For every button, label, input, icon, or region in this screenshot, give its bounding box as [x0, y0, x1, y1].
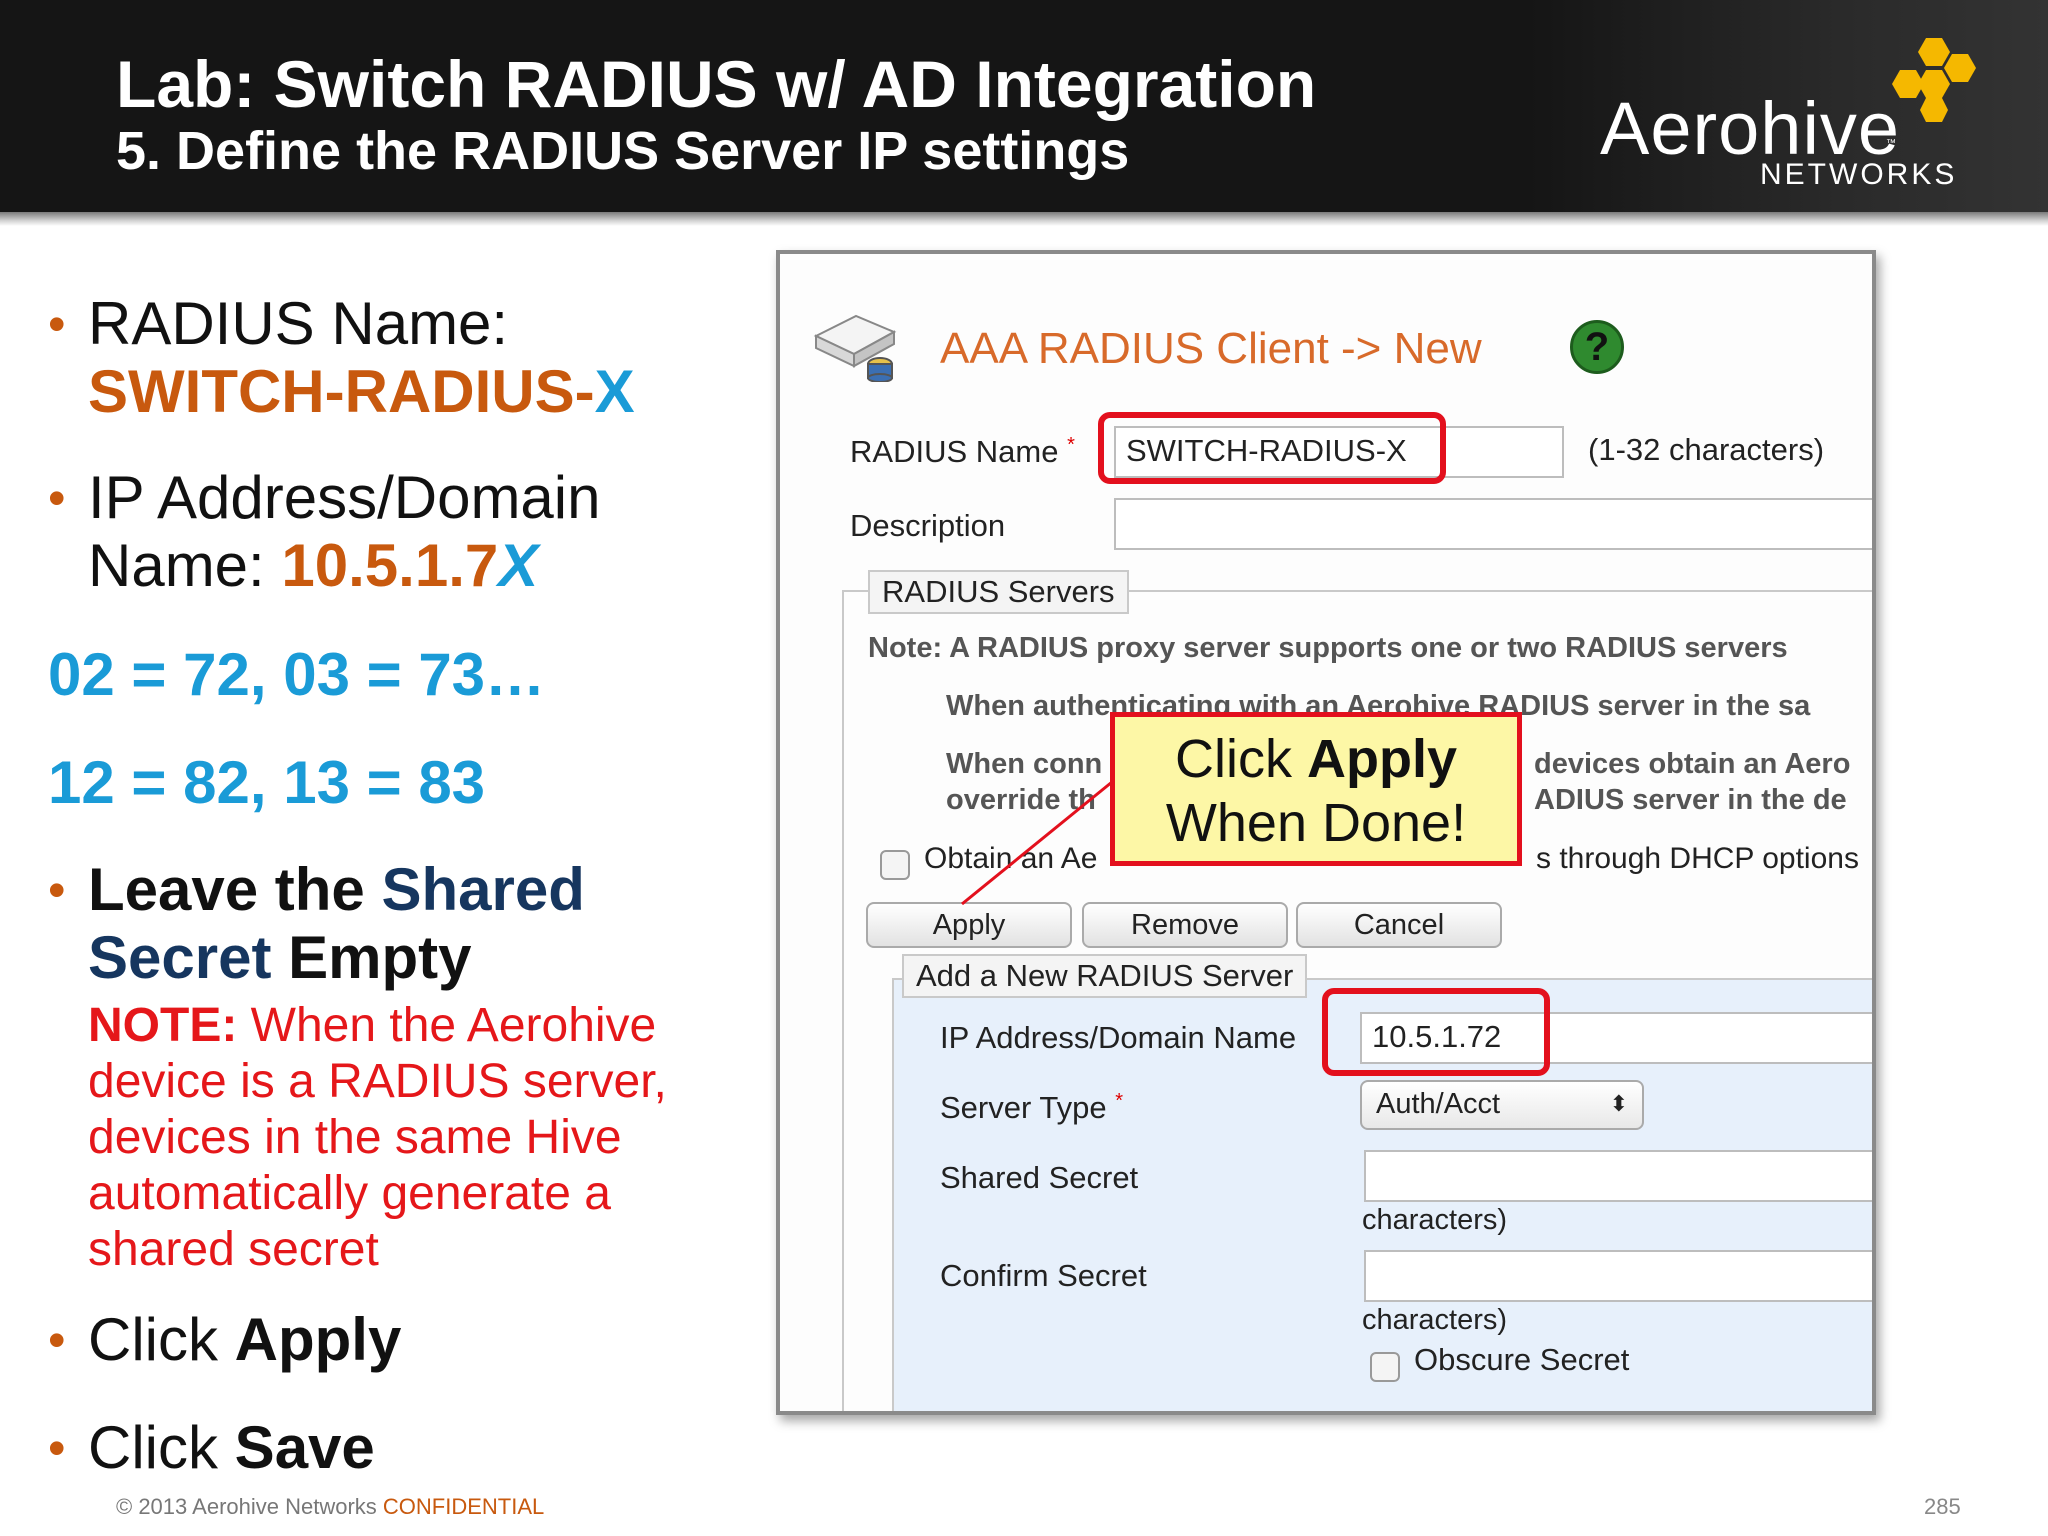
radius-name-highlight [1098, 412, 1446, 484]
ip-address-label-line1: IP Address/Domain [88, 464, 601, 531]
callout-apply: Apply [1306, 729, 1457, 789]
obscure-secret-checkbox[interactable] [1370, 1352, 1400, 1382]
select-arrows-icon: ⬍ [1609, 1091, 1628, 1116]
apply-button[interactable]: Apply [866, 902, 1072, 948]
server-type-label: Server Type * [940, 1090, 1123, 1125]
slide-title: Lab: Switch RADIUS w/ AD Integration [116, 47, 1317, 121]
proxy-note: Note: A RADIUS proxy server supports one… [868, 632, 1788, 664]
note-line-5: shared secret [88, 1223, 379, 1276]
required-marker: * [1067, 434, 1075, 456]
leave-text: Leave the [88, 856, 382, 923]
shared-secret-input[interactable] [1364, 1150, 1872, 1202]
remove-button[interactable]: Remove [1082, 902, 1288, 948]
shared-secret-hint: characters) [1362, 1204, 1508, 1236]
obtain-dhcp-label-start: Obtain an Ae [924, 842, 1098, 875]
cancel-button[interactable]: Cancel [1296, 902, 1502, 948]
obscure-secret-label: Obscure Secret [1414, 1342, 1630, 1377]
radius-servers-legend: RADIUS Servers [868, 570, 1129, 614]
confirm-secret-label: Confirm Secret [940, 1258, 1147, 1293]
note-override: override th [946, 784, 1096, 816]
note-line-2: device is a RADIUS server, [88, 1055, 667, 1108]
aerohive-logo: Aerohive ™ NETWORKS [1590, 36, 1990, 196]
ip-address-variable: X [498, 532, 539, 599]
header-divider [0, 212, 2048, 226]
note-line-1: NOTE: When the Aerohive [88, 999, 657, 1052]
mapping-line-2: 12 = 82, 13 = 83 [48, 749, 486, 816]
empty-text: Empty [271, 924, 472, 991]
callout-line-2: When Done! [1165, 793, 1467, 853]
note-label: NOTE: [88, 999, 238, 1052]
radius-server-icon [813, 314, 897, 382]
confirm-secret-hint: characters) [1362, 1304, 1508, 1336]
add-server-legend: Add a New RADIUS Server [902, 954, 1308, 998]
apply-emphasis: Apply [234, 1306, 402, 1373]
copyright-footer: © 2013 Aerohive Networks CONFIDENTIAL [116, 1494, 545, 1519]
confidential-label: CONFIDENTIAL [382, 1494, 545, 1519]
radius-name-label: RADIUS Name: [88, 290, 509, 357]
click-apply-callout: Click Apply When Done! [1110, 712, 1522, 866]
ip-address-highlight [1322, 988, 1550, 1076]
note-when-connecting: When conn [946, 748, 1103, 780]
honeycomb-logo-icon [1892, 38, 1976, 122]
shared-text: Shared [381, 856, 585, 923]
radius-name-variable: X [594, 358, 635, 425]
radius-name-value: SWITCH-RADIUS- [88, 358, 595, 425]
description-input[interactable] [1114, 498, 1872, 550]
ip-address-value: 10.5.1.7 [281, 532, 499, 599]
radius-name-label: RADIUS Name * [850, 434, 1075, 469]
note-radius-server-default: ADIUS server in the de [1534, 784, 1847, 816]
obtain-dhcp-label-end: s through DHCP options [1536, 842, 1859, 875]
note-line-4: automatically generate a [88, 1167, 611, 1220]
confirm-secret-input[interactable] [1364, 1250, 1872, 1302]
ip-address-label-line2: Name: [88, 532, 282, 599]
help-icon[interactable]: ? [1570, 320, 1624, 374]
dialog-title: AAA RADIUS Client -> New [940, 324, 1482, 373]
slide-subtitle: 5. Define the RADIUS Server IP settings [116, 121, 1130, 181]
slide-header: Lab: Switch RADIUS w/ AD Integration 5. … [0, 0, 2048, 215]
note-line-3: devices in the same Hive [88, 1111, 622, 1164]
shared-secret-label: Shared Secret [940, 1160, 1139, 1195]
bullet-marker: • [48, 1420, 66, 1476]
note-devices-obtain: devices obtain an Aero [1534, 748, 1851, 780]
logo-trademark: ™ [1886, 138, 1896, 149]
save-emphasis: Save [234, 1414, 375, 1481]
mapping-line-1: 02 = 72, 03 = 73… [48, 641, 546, 708]
bullet-marker: • [48, 862, 66, 918]
bullet-marker: • [48, 296, 66, 352]
radius-name-hint: (1-32 characters) [1588, 432, 1825, 467]
ip-address-label: IP Address/Domain Name [940, 1020, 1297, 1055]
description-label: Description [850, 508, 1006, 543]
required-marker: * [1115, 1090, 1123, 1112]
page-number: 285 [1924, 1494, 1961, 1519]
bullet-marker: • [48, 1312, 66, 1368]
logo-networks-text: NETWORKS [1760, 158, 1958, 191]
bullet-marker: • [48, 470, 66, 526]
obtain-dhcp-checkbox[interactable] [880, 850, 910, 880]
secret-text: Secret [88, 924, 272, 991]
server-type-select[interactable]: Auth/Acct ⬍ [1360, 1080, 1644, 1130]
